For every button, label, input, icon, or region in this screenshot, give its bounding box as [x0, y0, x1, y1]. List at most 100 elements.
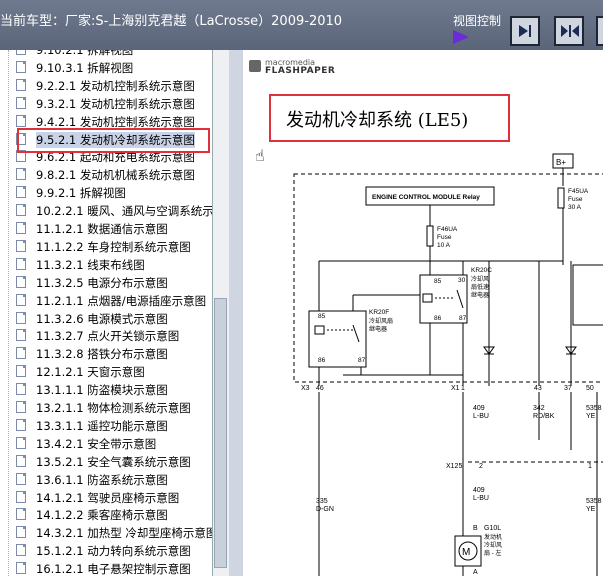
document-icon	[16, 562, 26, 575]
tree-item-label: 13.2.1.1 物体检测系统示意图	[36, 401, 191, 415]
svg-text:5358: 5358	[586, 405, 602, 412]
svg-text:A: A	[473, 569, 478, 576]
svg-text:继电器: 继电器	[471, 291, 489, 299]
tree-item-label: 14.1.2.1 驾驶员座椅示意图	[36, 490, 180, 505]
svg-text:X1: X1	[451, 385, 460, 392]
svg-text:10 A: 10 A	[437, 242, 451, 249]
document-icon	[16, 454, 26, 467]
wiring-diagram: B+ F45UA Fuse 30 A ENGINE CONTROL MODULE…	[293, 153, 603, 576]
document-icon	[16, 78, 26, 91]
tree-item[interactable]: 9.3.2.1 发动机控制系统示意图	[0, 95, 212, 113]
document-icon	[16, 239, 26, 252]
tree-item[interactable]: 13.2.1.1 物体检测系统示意图	[0, 399, 212, 417]
tree-item-label: 10.2.2.1 暖风、通风与空调系统示意图	[36, 204, 213, 219]
tree-item[interactable]: 13.1.1.1 防盗模块示意图	[0, 381, 212, 399]
bplus-label: B+	[556, 158, 566, 167]
document-icon	[16, 508, 26, 521]
document-icon	[16, 526, 26, 539]
view-button-3[interactable]	[596, 16, 603, 46]
document-icon	[16, 436, 26, 449]
document-icon	[16, 365, 26, 378]
svg-text:1: 1	[461, 385, 465, 392]
tree-item[interactable]: 11.3.2.1 线束布线图	[0, 256, 212, 274]
svg-text:37: 37	[564, 385, 572, 392]
svg-text:X125: X125	[446, 463, 462, 470]
svg-text:ENGINE CONTROL MODULE Relay: ENGINE CONTROL MODULE Relay	[372, 194, 480, 201]
document-icon	[16, 418, 26, 431]
document-viewer: macromedia FLASHPAPER 发动机冷却系统 (LE5) ☝ B+…	[243, 50, 603, 576]
tree-item[interactable]: 10.2.2.1 暖风、通风与空调系统示意图	[0, 202, 212, 220]
tree-item[interactable]: 14.1.2.2 乘客座椅示意图	[0, 506, 212, 524]
document-icon	[16, 293, 26, 306]
tree-item[interactable]: 11.3.2.6 电源模式示意图	[0, 310, 212, 328]
tree-item[interactable]: 13.3.1.1 遥控功能示意图	[0, 417, 212, 435]
svg-text:85: 85	[434, 278, 442, 285]
tree-item[interactable]: 13.5.2.1 安全气囊系统示意图	[0, 453, 212, 471]
svg-text:30 A: 30 A	[568, 204, 582, 211]
svg-text:46: 46	[316, 385, 324, 392]
tree-item[interactable]: 9.9.2.1 拆解视图	[0, 184, 212, 202]
svg-text:409: 409	[473, 487, 485, 494]
document-icon	[16, 60, 26, 73]
play-icon[interactable]	[453, 30, 469, 44]
tree-scrollbar[interactable]	[213, 50, 229, 576]
tree-item-label: 9.2.2.1 发动机控制系统示意图	[36, 78, 195, 93]
tree-item-label: 11.1.2.1 数据通信示意图	[36, 222, 168, 236]
tree-item[interactable]: 11.1.2.2 车身控制系统示意图	[0, 238, 212, 256]
tree-item-label: 9.10.3.1 拆解视图	[36, 60, 134, 75]
document-icon	[16, 329, 26, 342]
tree-item-label: 14.1.2.2 乘客座椅示意图	[36, 508, 168, 523]
title-bar: 当前车型：厂家:S-上海别克君越（LaCrosse）2009-2010 视图控制	[0, 0, 603, 50]
tree-item[interactable]: 13.6.1.1 防盗系统示意图	[0, 471, 212, 489]
tree-item[interactable]: 11.3.2.7 点火开关锁示意图	[0, 327, 212, 345]
svg-text:YE: YE	[586, 506, 596, 513]
tree-item[interactable]: 15.1.2.1 动力转向系统示意图	[0, 542, 212, 560]
svg-text:YE: YE	[586, 413, 596, 420]
tree-item-label: 16.1.2.1 电子悬架控制示意图	[36, 562, 191, 576]
svg-text:F46UA: F46UA	[437, 226, 458, 233]
tree-item[interactable]: 11.1.2.1 数据通信示意图	[0, 220, 212, 238]
document-icon	[16, 472, 26, 485]
svg-text:87: 87	[459, 315, 467, 322]
tree-item[interactable]: 11.2.1.1 点烟器/电源插座示意图	[0, 292, 212, 310]
tree-item[interactable]: 14.1.2.1 驾驶员座椅示意图	[0, 489, 212, 507]
tree-item[interactable]: 9.10.2.1 拆解视图	[0, 50, 212, 59]
svg-text:2: 2	[479, 463, 483, 470]
scrollbar-thumb[interactable]	[214, 298, 227, 568]
tree-item[interactable]: 16.1.2.1 电子悬架控制示意图	[0, 560, 212, 576]
fit-width-button[interactable]	[554, 16, 584, 46]
tree-item[interactable]: 13.4.2.1 安全带示意图	[0, 435, 212, 453]
svg-text:L-BU: L-BU	[473, 495, 489, 502]
tree-item[interactable]: 9.10.3.1 拆解视图	[0, 59, 212, 77]
svg-text:冷却风: 冷却风	[471, 275, 489, 283]
svg-text:扇 - 左: 扇 - 左	[484, 549, 501, 557]
svg-text:50: 50	[586, 385, 594, 392]
tree-item-label: 12.1.2.1 天窗示意图	[36, 365, 145, 380]
svg-text:发动机: 发动机	[484, 533, 502, 541]
document-icon	[16, 168, 26, 181]
tree-item-label: 11.3.2.1 线束布线图	[36, 257, 145, 272]
next-page-button[interactable]	[510, 16, 540, 46]
tree-item[interactable]: 11.3.2.5 电源分布示意图	[0, 274, 212, 292]
svg-text:B: B	[473, 525, 478, 532]
tree-item-label: 11.3.2.5 电源分布示意图	[36, 275, 168, 290]
svg-text:RD/BK: RD/BK	[533, 413, 555, 420]
tree-item[interactable]: 9.8.2.1 发动机机械系统示意图	[0, 166, 212, 184]
tree-item-label: 13.4.2.1 安全带示意图	[36, 436, 157, 451]
tree-item[interactable]: 11.3.2.8 搭铁分布示意图	[0, 345, 212, 363]
fit-width-icon	[561, 25, 579, 37]
tree-item-label: 11.3.2.8 搭铁分布示意图	[36, 347, 168, 362]
tree-item-label: 9.10.2.1 拆解视图	[36, 50, 134, 57]
pane-divider[interactable]	[229, 50, 243, 576]
tree-item-label: 13.1.1.1 防盗模块示意图	[36, 383, 168, 398]
tree-item[interactable]: 12.1.2.1 天窗示意图	[0, 363, 212, 381]
tree-item[interactable]: 9.2.2.1 发动机控制系统示意图	[0, 77, 212, 95]
svg-text:D-GN: D-GN	[316, 506, 334, 513]
tree-item[interactable]: 14.3.2.1 加热型 冷却型座椅示意图	[0, 524, 212, 542]
svg-text:43: 43	[534, 385, 542, 392]
svg-text:1: 1	[588, 463, 592, 470]
tree-item-label: 11.2.1.1 点烟器/电源插座示意图	[36, 293, 207, 308]
svg-text:86: 86	[434, 315, 442, 322]
svg-text:X3: X3	[301, 385, 310, 392]
svg-text:Fuse: Fuse	[568, 196, 583, 203]
